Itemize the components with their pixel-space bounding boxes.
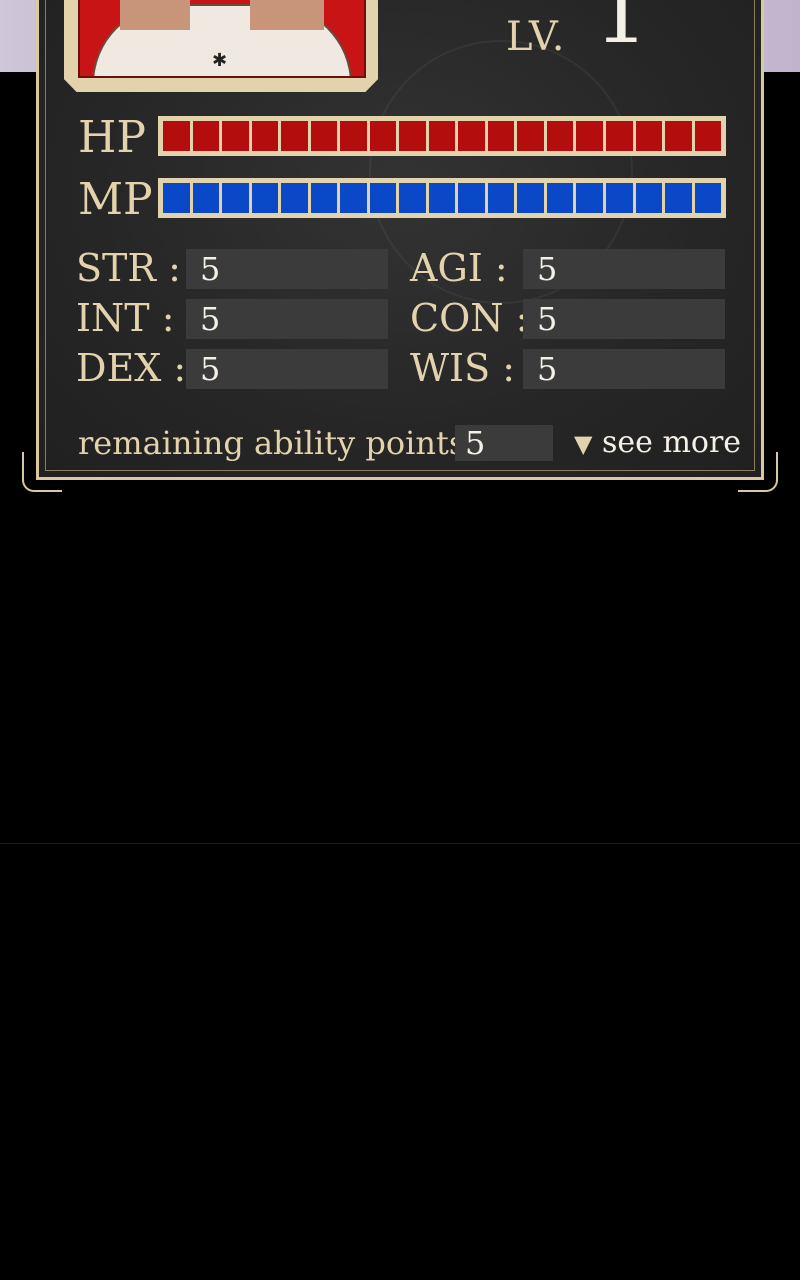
stat-value-int: 5 — [186, 299, 388, 339]
mp-segment — [369, 183, 397, 213]
stat-label-int: INT : — [76, 296, 175, 340]
stat-label-wis: WIS : — [410, 346, 515, 390]
mp-segment — [605, 183, 633, 213]
hp-segment — [635, 121, 663, 151]
remaining-points-value: 5 — [455, 425, 553, 461]
stat-value-wis: 5 — [523, 349, 725, 389]
hp-segment — [340, 121, 367, 151]
mp-bar — [158, 178, 726, 218]
character-portrait: ✱ — [78, 0, 366, 78]
mp-segment — [665, 183, 692, 213]
stat-label-dex: DEX : — [76, 346, 187, 390]
mp-segment — [192, 183, 220, 213]
hp-segment — [281, 121, 308, 151]
hp-segment — [694, 121, 722, 151]
hp-segment — [369, 121, 397, 151]
portrait-hair-left — [120, 0, 190, 30]
level-value: 1 — [594, 0, 649, 63]
stat-label-con: CON : — [410, 296, 529, 340]
hp-segment — [399, 121, 426, 151]
hp-bar — [158, 116, 726, 156]
hp-segment — [517, 121, 544, 151]
hp-segment — [487, 121, 515, 151]
stat-label-str: STR : — [76, 246, 181, 290]
frame-corner-right — [738, 452, 778, 492]
stat-value-con: 5 — [523, 299, 725, 339]
hp-segment — [605, 121, 633, 151]
mp-segment — [399, 183, 426, 213]
hp-segment — [222, 121, 249, 151]
mp-segment — [310, 183, 338, 213]
mp-segment — [635, 183, 663, 213]
hp-segment — [428, 121, 456, 151]
mp-segment — [546, 183, 574, 213]
hp-segment — [546, 121, 574, 151]
mp-segment — [458, 183, 485, 213]
shirt-lace-icon: ✱ — [212, 50, 228, 71]
portrait-hair-right — [250, 0, 324, 30]
remaining-points-label: remaining ability points : — [78, 424, 486, 462]
stat-value-dex: 5 — [186, 349, 388, 389]
mp-segment — [428, 183, 456, 213]
panel-divider — [0, 843, 800, 844]
mp-segment — [251, 183, 279, 213]
stat-value-agi: 5 — [523, 249, 725, 289]
see-more-label: see more — [602, 425, 742, 460]
mp-segment — [222, 183, 249, 213]
hp-segment — [251, 121, 279, 151]
mp-segment — [576, 183, 603, 213]
mp-segment — [694, 183, 722, 213]
hp-label: HP — [78, 112, 146, 163]
hp-segment — [310, 121, 338, 151]
hp-segment — [163, 121, 190, 151]
level-label: LV. — [506, 14, 566, 60]
hp-segment — [458, 121, 485, 151]
hp-segment — [576, 121, 603, 151]
hp-segment — [192, 121, 220, 151]
mp-label: MP — [78, 174, 153, 225]
see-more-button[interactable]: ▼ see more — [574, 423, 741, 464]
stat-value-str: 5 — [186, 249, 388, 289]
mp-segment — [487, 183, 515, 213]
stat-label-agi: AGI : — [410, 246, 508, 290]
mp-segment — [281, 183, 308, 213]
mp-segment — [517, 183, 544, 213]
mp-segment — [340, 183, 367, 213]
triangle-down-icon: ▼ — [574, 430, 593, 458]
mp-segment — [163, 183, 190, 213]
frame-corner-left — [22, 452, 62, 492]
hp-segment — [665, 121, 692, 151]
